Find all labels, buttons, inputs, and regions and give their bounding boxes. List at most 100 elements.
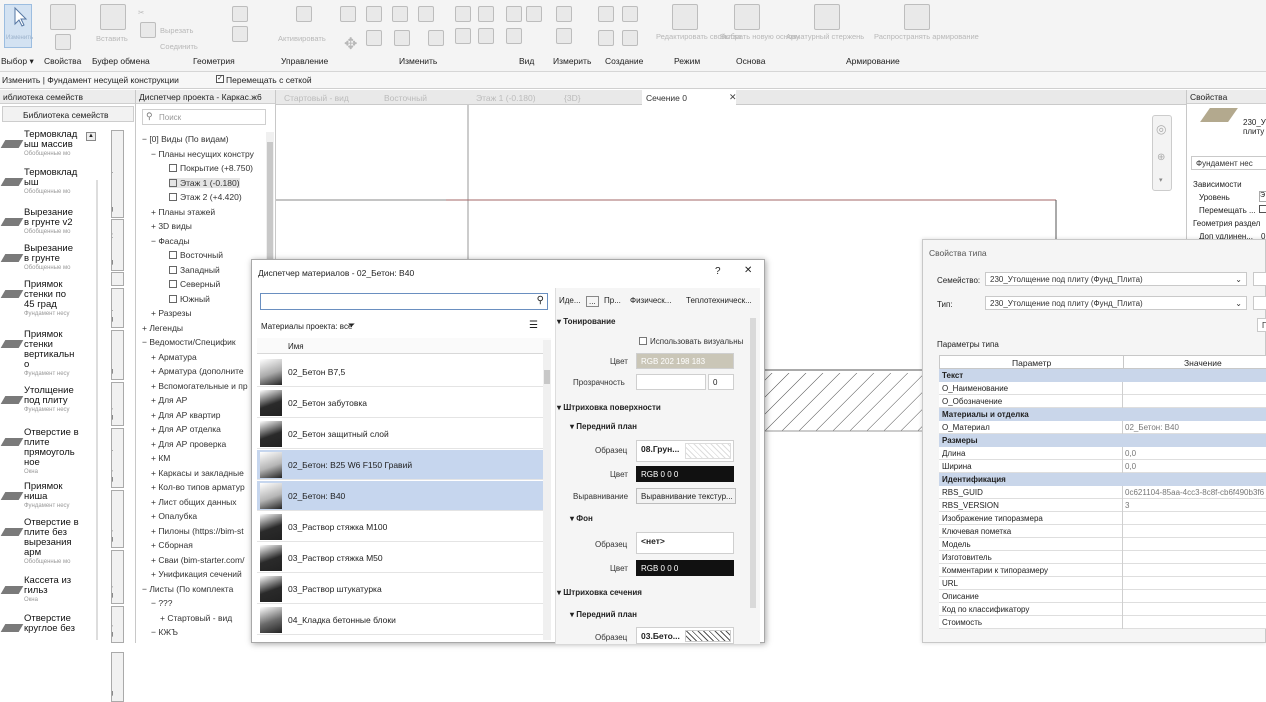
move-checkbox[interactable] bbox=[1259, 205, 1266, 213]
transparency-slider[interactable] bbox=[636, 374, 706, 390]
family-item[interactable]: Термовклад ыш Обобщенные мо bbox=[0, 168, 110, 204]
copy-icon[interactable] bbox=[140, 22, 156, 38]
material-row[interactable]: 02_Бетон защитный слой bbox=[257, 419, 543, 449]
cope-icon[interactable] bbox=[232, 26, 248, 42]
tree-node[interactable]: Южный bbox=[169, 294, 210, 304]
mirror-draw-icon[interactable] bbox=[418, 6, 434, 22]
param-column-header[interactable]: Параметр bbox=[1012, 358, 1051, 368]
tree-node[interactable]: + Планы этажей bbox=[151, 207, 215, 217]
param-row[interactable]: Ключевая пометка bbox=[939, 525, 1266, 538]
browser-search-field[interactable]: ⚲ Поиск bbox=[142, 109, 266, 125]
surface-background-section[interactable]: ▾ Фон bbox=[570, 514, 593, 523]
param-row[interactable]: RBS_VERSION 3 bbox=[939, 499, 1266, 512]
tree-node[interactable]: + Легенды bbox=[142, 323, 183, 333]
param-row[interactable]: О_Наименование bbox=[939, 382, 1266, 395]
family-item[interactable]: Вырезание в грунте v2 Обобщенные мо bbox=[0, 208, 110, 244]
param-group-row[interactable]: Материалы и отделка bbox=[939, 408, 1266, 421]
cut-label[interactable]: Вырезать bbox=[160, 26, 193, 35]
family-tab[interactable]: 4_Металл bbox=[111, 330, 124, 380]
tree-node[interactable]: − Планы несущих констру bbox=[151, 149, 254, 159]
filter-dropdown[interactable]: Материалы проекта: все bbox=[261, 322, 352, 331]
edit-family-icon[interactable] bbox=[672, 4, 698, 30]
surface-color-field[interactable]: RGB 0 0 0 bbox=[636, 466, 734, 482]
param-value[interactable]: 0,0 bbox=[1125, 449, 1136, 458]
rename-button[interactable]: П bbox=[1257, 318, 1266, 332]
measure-icon[interactable] bbox=[556, 6, 572, 22]
close-tab-icon[interactable]: ✕ bbox=[729, 92, 737, 103]
param-value[interactable]: 0,0 bbox=[1125, 462, 1136, 471]
family-scrollbar[interactable] bbox=[96, 180, 98, 640]
pin-icon[interactable] bbox=[366, 30, 382, 46]
close-dialog-button[interactable]: ✕ bbox=[744, 265, 752, 276]
nav-menu-icon[interactable]: ▾ bbox=[1159, 176, 1163, 184]
view-tab[interactable]: Стартовый - вид bbox=[280, 90, 353, 105]
param-row[interactable]: Комментарии к типоразмеру bbox=[939, 564, 1266, 577]
param-value[interactable]: 0c621104-85aa-4cc3-8c8f-cb6f490b3f6 bbox=[1125, 488, 1264, 497]
filter-icon[interactable]: ⏷ bbox=[348, 320, 355, 331]
family-item[interactable]: Отверстие круглое без bbox=[0, 614, 110, 650]
tree-node[interactable]: Этаж 1 (-0.180) bbox=[169, 177, 240, 188]
material-row[interactable]: 03_Раствор стяжка М100 bbox=[257, 512, 543, 542]
surface-pattern-field[interactable]: 08.Грун... bbox=[636, 440, 734, 462]
tree-node[interactable]: Северный bbox=[169, 279, 220, 289]
tree-node[interactable]: + Кол-во типов арматур bbox=[151, 482, 245, 492]
duplicate-button[interactable] bbox=[1253, 296, 1266, 310]
split-icon[interactable] bbox=[455, 28, 471, 44]
family-select[interactable]: 230_Утолщение под плиту (Фунд_Плита) ⌄ bbox=[985, 272, 1247, 286]
tree-node[interactable]: + 3D виды bbox=[151, 221, 192, 231]
param-group-row[interactable]: Идентификация bbox=[939, 473, 1266, 486]
family-item[interactable]: Приямок стенки по 45 град Фундамент несу bbox=[0, 280, 110, 317]
editor-tab[interactable]: Теплотехническ... bbox=[686, 296, 752, 305]
tree-node[interactable]: + Для АР отделка bbox=[151, 424, 221, 434]
name-column-header[interactable]: Имя bbox=[288, 342, 304, 351]
param-group-row[interactable]: Текст bbox=[939, 369, 1266, 382]
param-value[interactable]: 3 bbox=[1125, 501, 1129, 510]
geometry-icon[interactable] bbox=[232, 6, 248, 22]
load-button[interactable] bbox=[1253, 272, 1266, 286]
cut-section[interactable]: ▾ Штриховка сечения bbox=[557, 588, 642, 597]
value-column-header[interactable]: Значение bbox=[1184, 358, 1222, 368]
editor-tab[interactable]: Физическ... bbox=[630, 296, 671, 305]
editor-tab[interactable]: Иде... bbox=[559, 296, 581, 305]
properties-icon[interactable] bbox=[50, 4, 76, 30]
material-row[interactable]: 02_Бетон: В25 W6 F150 Гравий bbox=[257, 450, 543, 480]
tree-node[interactable]: + КМ bbox=[151, 453, 170, 463]
cut-pattern-field[interactable]: 03.Бето... bbox=[636, 627, 734, 644]
rotate-icon[interactable] bbox=[394, 30, 410, 46]
param-row[interactable]: Изображение типоразмера bbox=[939, 512, 1266, 525]
array-icon[interactable] bbox=[455, 6, 471, 22]
surface-foreground-section[interactable]: ▾ Передний план bbox=[570, 422, 637, 431]
transparency-value[interactable]: 0 bbox=[708, 374, 734, 390]
param-row[interactable]: О_Обозначение bbox=[939, 395, 1266, 408]
tree-node[interactable]: + Арматура bbox=[151, 352, 197, 362]
rebar-icon[interactable] bbox=[814, 4, 840, 30]
tree-node[interactable]: + Для АР квартир bbox=[151, 410, 220, 420]
tree-node[interactable]: − ??? bbox=[151, 598, 173, 608]
offset-icon[interactable] bbox=[366, 6, 382, 22]
shading-section[interactable]: ▾ Тонирование bbox=[557, 317, 616, 326]
navigation-bar[interactable]: ◎ ⊕ ▾ bbox=[1152, 115, 1172, 191]
param-row[interactable]: Модель bbox=[939, 538, 1266, 551]
tree-node[interactable]: + Для АР bbox=[151, 395, 187, 405]
material-search-input[interactable]: ⚲ bbox=[260, 293, 548, 310]
param-row[interactable]: О_Материал 02_Бетон: В40 bbox=[939, 421, 1266, 434]
family-item[interactable]: Отверстие в плите без вырезания арм Обобщ… bbox=[0, 518, 110, 565]
family-tab[interactable]: 2_Закладные bbox=[111, 219, 124, 271]
mirror-icon[interactable] bbox=[392, 6, 408, 22]
move-with-grid-checkbox[interactable]: ✓ bbox=[216, 75, 224, 83]
paste-icon[interactable] bbox=[100, 4, 126, 30]
family-tab[interactable]: 3_Проемы bbox=[111, 288, 124, 328]
family-tab[interactable]: 6_Арм стен bbox=[111, 550, 124, 604]
editor-tab[interactable]: ... bbox=[586, 296, 599, 307]
param-row[interactable]: RBS_GUID 0c621104-85aa-4cc3-8c8f-cb6f490b… bbox=[939, 486, 1266, 499]
type-properties-icon[interactable] bbox=[55, 34, 71, 50]
tree-node[interactable]: Этаж 2 (+4.420) bbox=[169, 192, 242, 202]
family-tab[interactable]: 6_Арм выш bbox=[111, 382, 124, 426]
view-tab[interactable]: {3D} bbox=[560, 90, 585, 105]
family-item[interactable]: Утолщение под плиту Фундамент несу bbox=[0, 386, 110, 422]
panel-select[interactable]: Выбор ▾ bbox=[1, 56, 34, 67]
tree-node[interactable]: Покрытие (+8.750) bbox=[169, 163, 253, 173]
tree-node[interactable]: − КЖЪ bbox=[151, 627, 178, 637]
create-group-icon[interactable] bbox=[622, 6, 638, 22]
help-button[interactable]: ? bbox=[715, 266, 721, 277]
